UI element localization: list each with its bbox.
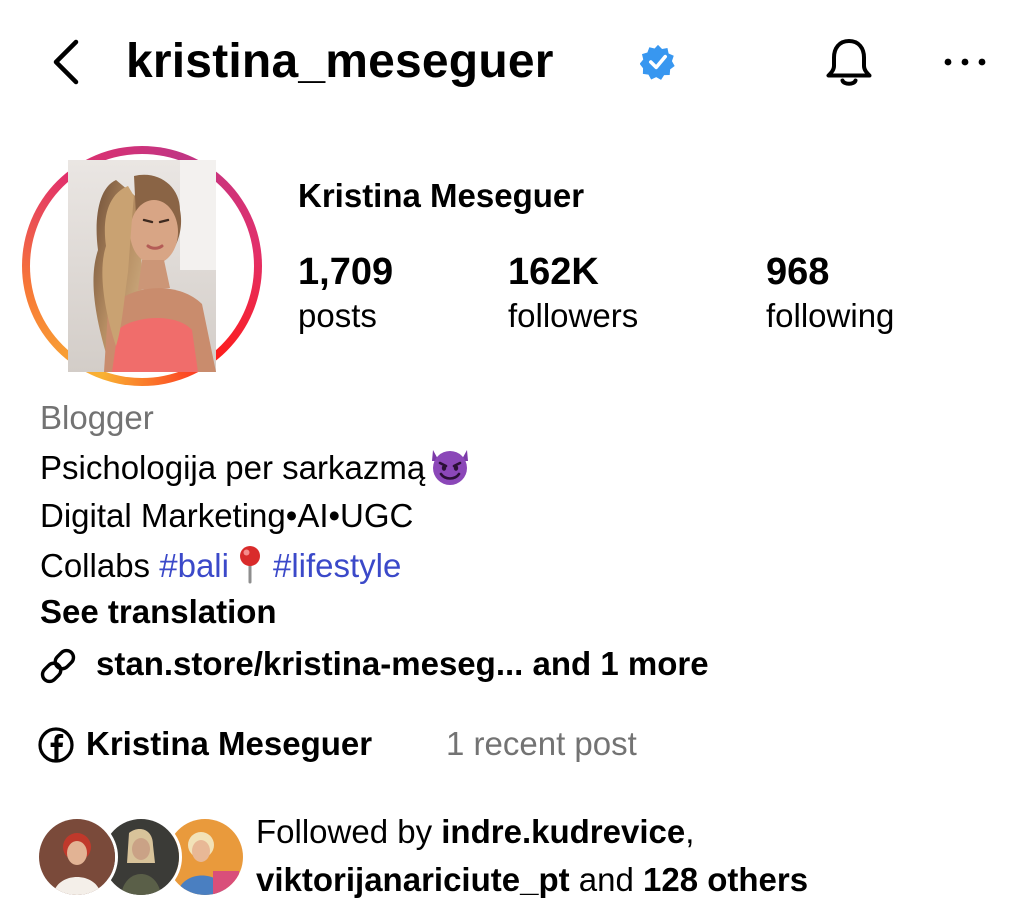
profile-full-name: Kristina Meseguer (298, 177, 585, 214)
following-count-value: 968 (766, 251, 830, 293)
followers-count[interactable]: 162K followers (508, 250, 638, 336)
mutual-follower-1: indre.kudrevice (441, 813, 686, 850)
posts-count[interactable]: 1,709 posts (298, 250, 393, 336)
see-translation-button[interactable]: See translation (40, 592, 277, 632)
followed-by-text[interactable]: Followed by indre.kudrevice, viktorijana… (256, 808, 808, 904)
following-count-label: following (766, 297, 895, 334)
hashtag-bali[interactable]: #bali (159, 547, 229, 584)
round-pushpin-emoji (239, 546, 260, 584)
followed-by-prefix: Followed by (256, 813, 442, 850)
more-options-icon[interactable] (940, 52, 990, 72)
profile-header: kristina_meseguer (0, 0, 1024, 120)
followers-count-label: followers (508, 297, 639, 334)
mutual-follower-2: viktorijanariciute_pt (256, 861, 570, 898)
bio-link-text: stan.store/kristina-meseg... and 1 more (96, 645, 709, 682)
profile-avatar[interactable] (22, 146, 262, 386)
posts-count-label: posts (298, 297, 377, 334)
mutual-followers-others: 128 others (643, 861, 809, 898)
hashtag-lifestyle[interactable]: #lifestyle (273, 547, 401, 584)
following-count[interactable]: 968 following (766, 250, 894, 336)
followers-count-value: 162K (508, 251, 599, 293)
smiling-devil-emoji (432, 450, 469, 485)
verified-badge-icon (640, 44, 675, 80)
bio-line-3: Collabs #bali #lifestyle (40, 544, 401, 586)
followed-by-middle: and (569, 861, 644, 898)
posts-count-value: 1,709 (298, 251, 394, 293)
bio-line-1: Psichologija per sarkazmą (40, 446, 473, 488)
facebook-icon (38, 727, 74, 763)
profile-category: Blogger (40, 399, 154, 436)
facebook-profile-name: Kristina Meseguer (86, 725, 373, 762)
bio-line-1-text: Psichologija per sarkazmą (40, 449, 426, 486)
bio-line-3-prefix: Collabs (40, 547, 160, 584)
mutual-followers-avatars[interactable] (36, 816, 246, 898)
profile-username: kristina_meseguer (126, 35, 554, 88)
bell-icon[interactable] (822, 36, 876, 90)
facebook-recent-posts: 1 recent post (446, 725, 637, 762)
link-icon (40, 648, 76, 684)
followed-by-comma: , (685, 813, 695, 850)
bio-line-2: Digital Marketing•AI•UGC (40, 497, 414, 534)
back-chevron-icon[interactable] (44, 36, 88, 88)
mutual-avatar-1 (36, 816, 118, 898)
profile-photo (68, 160, 216, 372)
